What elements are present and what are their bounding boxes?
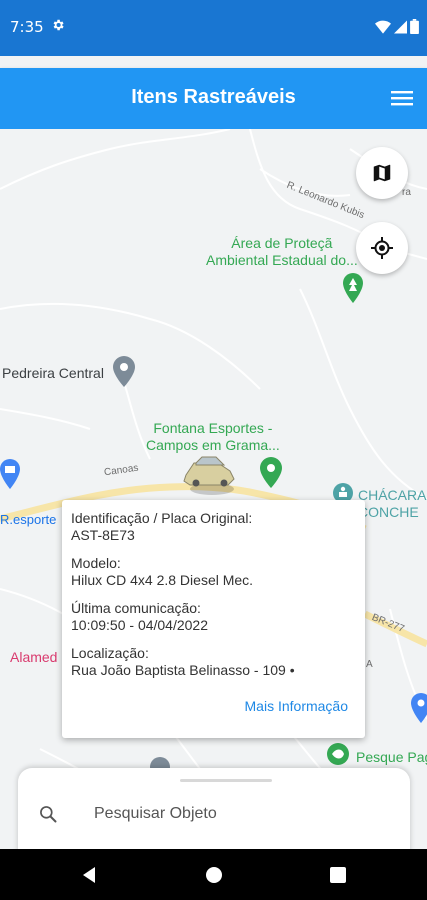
green-pin-icon <box>343 273 363 303</box>
map-icon <box>373 164 391 182</box>
poi-label-esporte: R.esporte <box>0 512 57 527</box>
blue-pin-icon <box>0 459 20 489</box>
poi-label-line: CHÁCARA <box>358 487 427 503</box>
green-poi-icon <box>327 743 349 765</box>
app-bar: Itens Rastreáveis <box>0 68 427 129</box>
system-nav-bar <box>0 849 427 900</box>
poi-label-line: CONCHE <box>358 504 419 520</box>
search-input[interactable] <box>94 802 384 826</box>
poi-label-fontana: Fontana Esportes - Campos em Grama... <box>146 420 280 454</box>
id-label: Identificação / Placa Original: <box>71 510 253 526</box>
crosshair-icon <box>371 237 393 259</box>
poi-label-alamed: Alamed <box>10 649 58 665</box>
blue-pin-icon <box>411 693 427 723</box>
poi-label-line: Ambiental Estadual do... <box>206 252 358 268</box>
poi-label-pedreira: Pedreira Central <box>2 365 104 381</box>
status-bar: 7:35 <box>0 0 427 56</box>
sheet-drag-handle[interactable] <box>180 779 272 782</box>
map-type-button[interactable] <box>356 147 408 199</box>
search-icon <box>40 806 57 823</box>
battery-icon <box>410 19 419 34</box>
poi-label-line: Área de Proteçã <box>231 235 333 251</box>
gray-pin-icon <box>113 356 135 387</box>
wifi-icon <box>375 20 391 34</box>
poi-label-line: Fontana Esportes - <box>153 420 273 436</box>
page-title: Itens Rastreáveis <box>131 86 296 108</box>
poi-label-area: Área de Proteçã Ambiental Estadual do... <box>206 235 358 269</box>
location-value: Rua João Baptista Belinasso - 109 • <box>71 662 295 678</box>
home-icon[interactable] <box>205 866 223 884</box>
road-label: A <box>366 659 373 670</box>
search-bottom-sheet[interactable] <box>18 768 410 858</box>
hamburger-menu-icon[interactable] <box>391 88 413 108</box>
signal-icon <box>394 20 407 33</box>
vehicle-info-window: Identificação / Placa Original: AST-8E73… <box>62 500 365 738</box>
my-location-button[interactable] <box>356 222 408 274</box>
poi-label-chacara: CHÁCARA CONCHE <box>358 487 426 521</box>
id-value: AST-8E73 <box>71 527 135 543</box>
status-time: 7:35 <box>10 18 44 36</box>
location-label: Localização: <box>71 645 149 661</box>
recents-icon[interactable] <box>330 867 346 883</box>
gear-icon <box>53 19 64 31</box>
road-label: ra <box>402 187 411 198</box>
model-label: Modelo: <box>71 555 121 571</box>
back-icon[interactable] <box>80 866 98 884</box>
last-communication-label: Última comunicação: <box>71 600 201 616</box>
model-value: Hilux CD 4x4 2.8 Diesel Mec. <box>71 572 254 588</box>
more-info-link[interactable]: Mais Informação <box>245 698 348 714</box>
car-marker-icon[interactable] <box>183 456 235 495</box>
status-icons <box>375 19 419 34</box>
poi-label-pesque: Pesque Pag <box>356 749 427 765</box>
last-communication-value: 10:09:50 - 04/04/2022 <box>71 617 209 633</box>
poi-label-line: Campos em Grama... <box>146 437 280 453</box>
green-pin-icon <box>260 457 282 488</box>
